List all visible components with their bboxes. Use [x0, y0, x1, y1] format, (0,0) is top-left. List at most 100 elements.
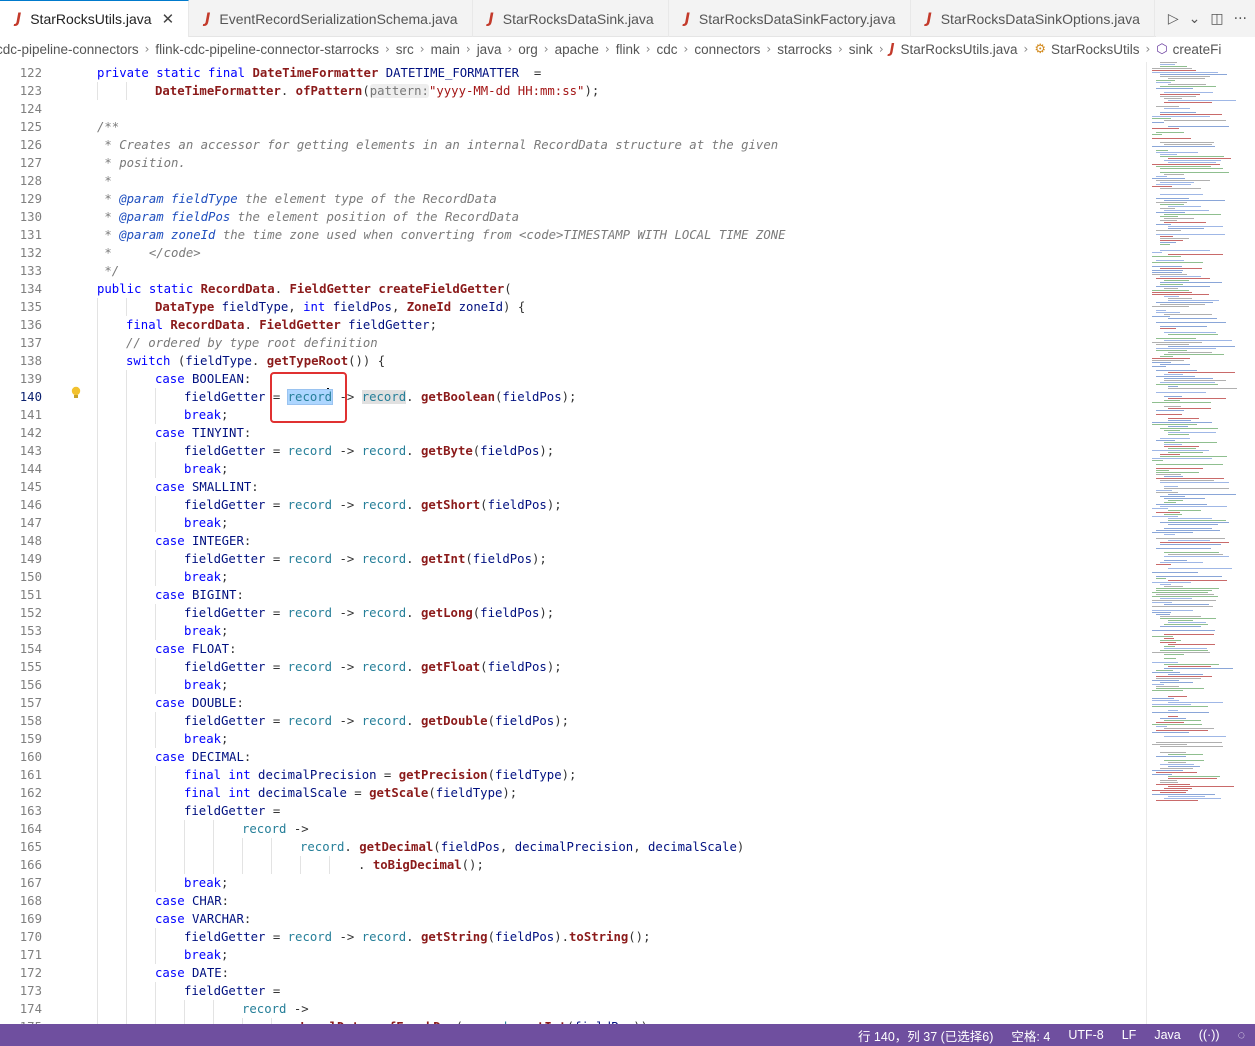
encoding[interactable]: UTF-8: [1068, 1028, 1103, 1042]
code-line[interactable]: 136 final RecordData. FieldGetter fieldGe…: [0, 316, 1145, 334]
code-line[interactable]: 145 case SMALLINT:: [0, 478, 1145, 496]
line-number: 147: [19, 516, 42, 530]
minimap-line: [1152, 360, 1184, 361]
line-ending[interactable]: LF: [1122, 1028, 1137, 1042]
code-line[interactable]: 128 *: [0, 172, 1145, 190]
code-line[interactable]: 126 * Creates an accessor for getting el…: [0, 136, 1145, 154]
breadcrumb-item[interactable]: J StarRocksUtils.java ›: [890, 42, 1035, 57]
breadcrumb-item[interactable]: main ›: [431, 42, 477, 57]
code-line[interactable]: 138 switch (fieldType. getTypeRoot()) {: [0, 352, 1145, 370]
code-line[interactable]: 169 case VARCHAR:: [0, 910, 1145, 928]
breadcrumb-item[interactable]: cdc-pipeline-connectors ›: [0, 42, 155, 57]
breadcrumb-item[interactable]: starrocks ›: [777, 42, 849, 57]
code-line[interactable]: 133 */: [0, 262, 1145, 280]
code-line[interactable]: 156 break;: [0, 676, 1145, 694]
code-line[interactable]: 140 fieldGetter = record -> record. getBo…: [0, 388, 1145, 406]
code-line[interactable]: 167 break;: [0, 874, 1145, 892]
code-line[interactable]: 123 DateTimeFormatter. ofPattern(pattern:…: [0, 82, 1145, 100]
code-line[interactable]: 159 break;: [0, 730, 1145, 748]
code-line[interactable]: 154 case FLOAT:: [0, 640, 1145, 658]
code-line[interactable]: 137 // ordered by type root definition: [0, 334, 1145, 352]
code-line[interactable]: 173 fieldGetter =: [0, 982, 1145, 1000]
tab-starrocks-data-sink-factory[interactable]: J StarRocksDataSinkFactory.java: [669, 0, 911, 37]
code-token: switch: [126, 354, 178, 368]
breadcrumb-item[interactable]: flink ›: [616, 42, 657, 57]
tab-event-record-serialization-schema[interactable]: J EventRecordSerializationSchema.java: [189, 0, 473, 37]
close-icon[interactable]: ✕: [162, 10, 175, 28]
code-line[interactable]: 153 break;: [0, 622, 1145, 640]
code-line[interactable]: 164 record ->: [0, 820, 1145, 838]
code-line[interactable]: 129 * @param fieldType the element type …: [0, 190, 1145, 208]
code-line[interactable]: 157 case DOUBLE:: [0, 694, 1145, 712]
code-line[interactable]: 146 fieldGetter = record -> record. getSh…: [0, 496, 1145, 514]
code-line[interactable]: 142 case TINYINT:: [0, 424, 1145, 442]
chevron-down-icon[interactable]: ⌄: [1189, 11, 1201, 27]
code-line[interactable]: 152 fieldGetter = record -> record. getLo…: [0, 604, 1145, 622]
code-line[interactable]: 148 case INTEGER:: [0, 532, 1145, 550]
code-line[interactable]: 125 /**: [0, 118, 1145, 136]
code-line[interactable]: 149 fieldGetter = record -> record. getIn…: [0, 550, 1145, 568]
minimap-line: [1156, 594, 1214, 595]
code-line[interactable]: 147 break;: [0, 514, 1145, 532]
broadcast-icon[interactable]: ((·)): [1199, 1028, 1220, 1042]
code-line[interactable]: 163 fieldGetter =: [0, 802, 1145, 820]
code-editor[interactable]: 122 private static final DateTimeFormatte…: [0, 62, 1255, 1024]
code-line[interactable]: 174 record ->: [0, 1000, 1145, 1018]
code-line[interactable]: 135 DataType fieldType, int fieldPos, Zon…: [0, 298, 1145, 316]
indentation[interactable]: 空格: 4: [1011, 1026, 1050, 1045]
code-line[interactable]: 131 * @param zoneId the time zone used w…: [0, 226, 1145, 244]
breadcrumb-item[interactable]: sink ›: [849, 42, 890, 57]
code-line[interactable]: 124: [0, 100, 1145, 118]
code-line[interactable]: 168 case CHAR:: [0, 892, 1145, 910]
code-line[interactable]: 171 break;: [0, 946, 1145, 964]
breadcrumb-item[interactable]: flink-cdc-pipeline-connector-starrocks ›: [155, 42, 395, 57]
code-token: record: [361, 930, 407, 944]
code-line[interactable]: 132 * </code>: [0, 244, 1145, 262]
code-line[interactable]: 162 final int decimalScale = getScale(fie…: [0, 784, 1145, 802]
code-line[interactable]: 172 case DATE:: [0, 964, 1145, 982]
code-token: final: [126, 318, 171, 332]
bell-icon[interactable]: ◌: [1238, 1028, 1245, 1042]
code-line[interactable]: 122 private static final DateTimeFormatte…: [0, 64, 1145, 82]
breadcrumb-item[interactable]: ⬡ createFi: [1156, 42, 1221, 57]
tab-starrocks-data-sink[interactable]: J StarRocksDataSink.java: [473, 0, 669, 37]
code-line[interactable]: 134 public static RecordData. FieldGetter…: [0, 280, 1145, 298]
code-line[interactable]: 165 record. getDecimal(fieldPos, decimalP…: [0, 838, 1145, 856]
code-line[interactable]: 158 fieldGetter = record -> record. getDo…: [0, 712, 1145, 730]
breadcrumb-item[interactable]: apache ›: [555, 42, 616, 57]
run-icon[interactable]: ▷: [1168, 11, 1179, 27]
more-actions-icon[interactable]: ···: [1234, 11, 1247, 27]
code-line[interactable]: 130 * @param fieldPos the element positi…: [0, 208, 1145, 226]
code-line[interactable]: 151 case BIGINT:: [0, 586, 1145, 604]
cursor-position[interactable]: 行 140，列 37 (已选择6): [858, 1026, 993, 1045]
code-line[interactable]: 150 break;: [0, 568, 1145, 586]
breadcrumb-item[interactable]: connectors ›: [694, 42, 777, 57]
line-number: 145: [19, 480, 42, 494]
code-line[interactable]: 170 fieldGetter = record -> record. getSt…: [0, 928, 1145, 946]
indent-guide: [126, 532, 127, 550]
minimap-line: [1152, 744, 1188, 745]
code-line[interactable]: 127 * position.: [0, 154, 1145, 172]
code-line[interactable]: 160 case DECIMAL:: [0, 748, 1145, 766]
minimap[interactable]: [1148, 62, 1255, 822]
code-line[interactable]: 143 fieldGetter = record -> record. getBy…: [0, 442, 1145, 460]
breadcrumb-item[interactable]: src ›: [396, 42, 431, 57]
breadcrumb-item[interactable]: java ›: [477, 42, 519, 57]
code-line[interactable]: 155 fieldGetter = record -> record. getFl…: [0, 658, 1145, 676]
code-text: case BOOLEAN:: [155, 370, 251, 388]
code-token: ->: [332, 552, 362, 566]
code-line[interactable]: 161 final int decimalPrecision = getPreci…: [0, 766, 1145, 784]
code-line[interactable]: 144 break;: [0, 460, 1145, 478]
code-line[interactable]: 139 case BOOLEAN:: [0, 370, 1145, 388]
language-mode[interactable]: Java: [1154, 1028, 1180, 1042]
minimap-line: [1152, 358, 1191, 359]
code-line[interactable]: 141 break;: [0, 406, 1145, 424]
breadcrumb-item[interactable]: org ›: [518, 42, 554, 57]
breadcrumb-item[interactable]: cdc ›: [657, 42, 695, 57]
split-editor-icon[interactable]: ◫: [1210, 11, 1223, 27]
tab-starrocks-data-sink-options[interactable]: J StarRocksDataSinkOptions.java: [911, 0, 1155, 37]
breadcrumb-item[interactable]: ⚙ StarRocksUtils ›: [1034, 42, 1156, 57]
code-line[interactable]: 166. toBigDecimal();: [0, 856, 1145, 874]
code-token: :: [243, 426, 252, 440]
tab-starrocks-utils[interactable]: J StarRocksUtils.java ✕: [0, 0, 190, 37]
